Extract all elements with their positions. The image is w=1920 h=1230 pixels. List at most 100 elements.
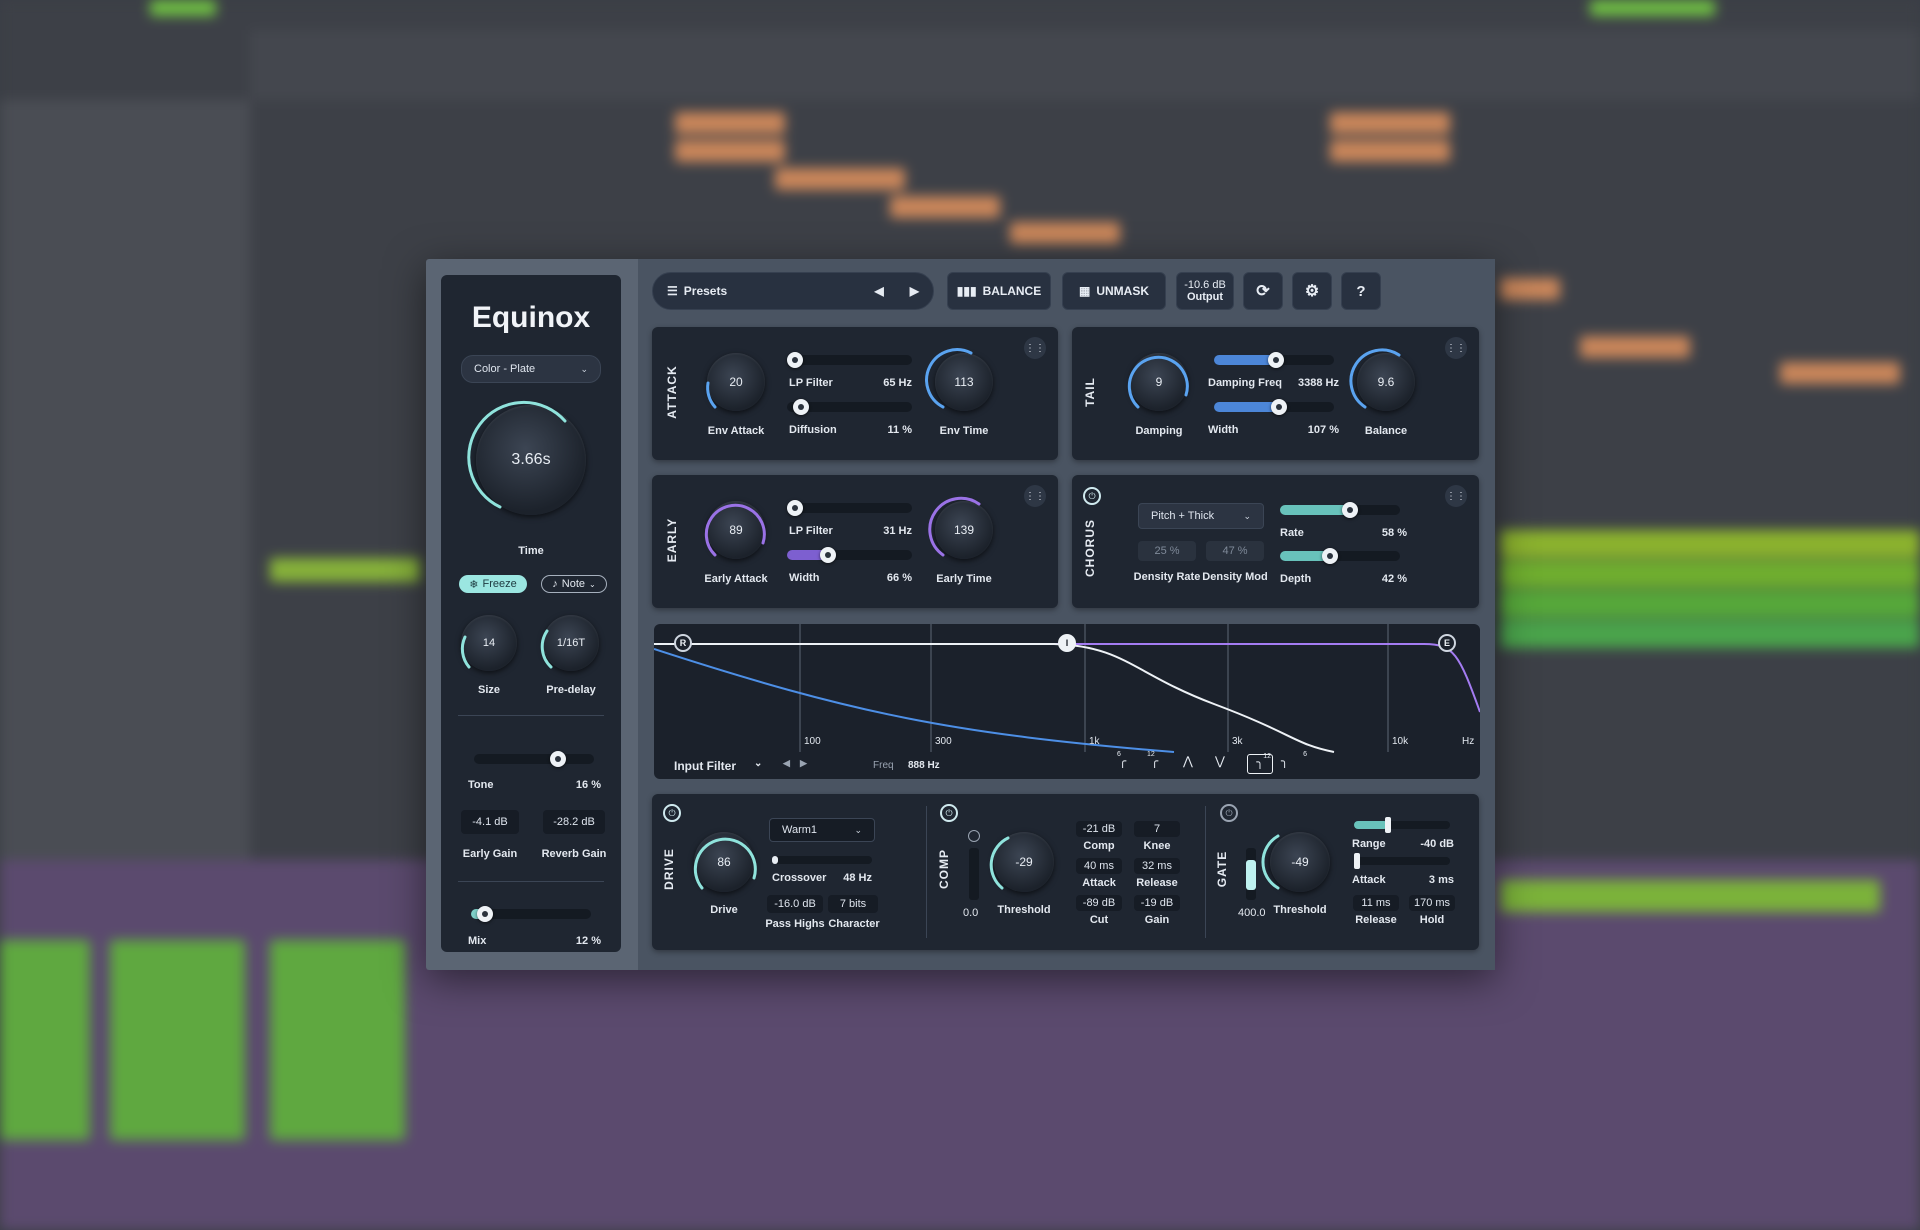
gate-range-handle[interactable] <box>1384 817 1391 833</box>
filter-node-i[interactable]: I <box>1058 634 1076 652</box>
unmask-button[interactable]: ▦ UNMASK <box>1062 272 1166 310</box>
crossover-slider[interactable] <box>772 856 872 864</box>
chorus-depth-thumb[interactable] <box>1322 548 1339 564</box>
early-time-value: 139 <box>953 523 975 537</box>
lowcut-6-icon[interactable]: ╭ 6 <box>1117 751 1143 774</box>
tail-width-slider[interactable] <box>1214 399 1334 415</box>
chorus-depth-value: 42 % <box>1381 573 1407 585</box>
previous-preset-button[interactable]: ◀ <box>875 284 884 298</box>
highcut-12-icon[interactable]: ╮ 12 <box>1247 753 1273 774</box>
damping-knob[interactable]: 9 <box>1127 353 1189 411</box>
notch-icon[interactable]: ⋁ <box>1215 754 1239 774</box>
highcut-6-icon[interactable]: ╮ 6 <box>1281 751 1307 774</box>
diffusion-thumb[interactable] <box>792 399 809 415</box>
early-gain-field[interactable]: -4.1 dB <box>461 810 519 834</box>
freeze-button[interactable]: ❄ Freeze <box>459 575 527 593</box>
drive-mode-dropdown[interactable]: Warm1 ⌄ <box>769 818 875 842</box>
refresh-button[interactable]: ⟳ <box>1243 272 1283 310</box>
early-lp-filter-thumb[interactable] <box>787 500 803 516</box>
time-value: 3.66s <box>511 451 551 468</box>
comp-ratio-field[interactable]: -21 dB <box>1076 821 1122 837</box>
gate-attack-handle[interactable] <box>1354 853 1360 869</box>
reverb-gain-field[interactable]: -28.2 dB <box>543 810 605 834</box>
balance-knob[interactable]: 9.6 <box>1349 348 1415 411</box>
early-time-knob[interactable]: 139 <box>928 496 993 559</box>
unmask-icon: ▦ <box>1078 284 1091 298</box>
tail-settings-icon[interactable]: ⋮⋮ <box>1445 337 1467 359</box>
gate-hold-field[interactable]: 170 ms <box>1409 895 1455 911</box>
gate-release-field[interactable]: 11 ms <box>1353 895 1399 911</box>
gate-threshold-value: -49 <box>1291 855 1309 869</box>
gate-attack-slider[interactable] <box>1354 853 1450 869</box>
density-rate-field[interactable]: 25 % <box>1138 541 1196 561</box>
algorithm-dropdown[interactable]: Color - Plate ⌄ <box>461 355 601 383</box>
character-field[interactable]: 7 bits <box>828 895 878 913</box>
chorus-depth-slider[interactable] <box>1280 548 1400 564</box>
env-time-knob[interactable]: 113 <box>925 348 993 411</box>
axis-tick-300: 300 <box>935 736 952 747</box>
previous-filter-icon[interactable]: ◀ <box>783 758 790 769</box>
tone-value: 16 % <box>575 779 601 791</box>
chorus-rate-slider[interactable] <box>1280 502 1400 518</box>
next-preset-button[interactable]: ▶ <box>910 284 919 298</box>
comp-release-field[interactable]: 32 ms <box>1134 858 1180 874</box>
comp-gain-field[interactable]: -19 dB <box>1134 895 1180 911</box>
tone-slider-thumb[interactable] <box>550 751 566 767</box>
note-sync-dropdown[interactable]: ♪ Note ⌄ <box>541 575 607 593</box>
pass-highs-field[interactable]: -16.0 dB <box>767 895 823 913</box>
env-time-value: 113 <box>954 375 974 389</box>
filter-selector[interactable]: Input Filter <box>674 759 736 773</box>
chevron-down-icon: ⌄ <box>589 579 596 589</box>
next-filter-icon[interactable]: ▶ <box>800 758 807 769</box>
drive-power-icon[interactable]: ⏻ <box>663 804 681 822</box>
comp-threshold-knob[interactable]: -29 <box>989 832 1054 892</box>
output-gain-control[interactable]: -10.6 dB Output <box>1176 272 1234 310</box>
settings-button[interactable]: ⚙ <box>1292 272 1332 310</box>
time-knob[interactable]: 3.66s <box>467 400 586 515</box>
early-section-label: EARLY <box>665 517 679 563</box>
filter-node-r[interactable]: R <box>674 634 692 652</box>
damping-freq-thumb[interactable] <box>1268 352 1285 368</box>
early-width-slider[interactable] <box>787 547 912 563</box>
comp-power-icon[interactable]: ⏻ <box>940 804 958 822</box>
help-button[interactable]: ? <box>1341 272 1381 310</box>
chorus-mode-value: Pitch + Thick <box>1151 510 1215 522</box>
diffusion-slider[interactable] <box>787 399 912 415</box>
lowcut-12-icon[interactable]: ╭ 12 <box>1147 751 1175 774</box>
gate-range-slider[interactable] <box>1354 817 1450 833</box>
early-attack-knob[interactable]: 89 <box>704 501 766 559</box>
bandpass-icon[interactable]: ⋀ <box>1183 754 1207 774</box>
gate-power-icon[interactable]: ⏻ <box>1220 804 1238 822</box>
chevron-down-icon[interactable]: ⌄ <box>754 758 762 769</box>
chorus-settings-icon[interactable]: ⋮⋮ <box>1445 485 1467 507</box>
chorus-rate-thumb[interactable] <box>1341 502 1358 518</box>
early-settings-icon[interactable]: ⋮⋮ <box>1024 485 1046 507</box>
size-knob[interactable]: 14 <box>460 615 517 671</box>
predelay-knob[interactable]: 1/16T <box>540 615 599 671</box>
early-width-thumb[interactable] <box>820 547 837 563</box>
env-attack-knob[interactable]: 20 <box>706 353 765 411</box>
chorus-power-icon[interactable]: ⏻ <box>1083 487 1101 505</box>
early-lp-filter-slider[interactable] <box>787 500 912 516</box>
damping-freq-slider[interactable] <box>1214 352 1334 368</box>
comp-cut-field[interactable]: -89 dB <box>1076 895 1122 911</box>
tone-slider[interactable] <box>474 751 594 767</box>
filter-node-e[interactable]: E <box>1438 634 1456 652</box>
density-mod-field[interactable]: 47 % <box>1206 541 1264 561</box>
mix-slider[interactable] <box>471 906 591 922</box>
input-filter-graph[interactable]: R I E 100 300 1k 3k 10k Hz Input Filter … <box>654 624 1480 779</box>
attack-lp-filter-slider[interactable] <box>787 352 912 368</box>
gate-threshold-knob[interactable]: -49 <box>1261 832 1330 892</box>
plugin-title: Equinox <box>471 301 591 334</box>
tail-width-thumb[interactable] <box>1270 399 1287 415</box>
balance-button[interactable]: ▮▮▮ BALANCE <box>947 272 1051 310</box>
presets-bar[interactable]: ☰ Presets ◀ ▶ <box>652 272 934 310</box>
attack-lp-filter-thumb[interactable] <box>787 352 803 368</box>
chorus-mode-dropdown[interactable]: Pitch + Thick ⌄ <box>1138 503 1264 529</box>
drive-knob[interactable]: 86 <box>693 832 757 892</box>
bars-icon: ▮▮▮ <box>956 284 977 298</box>
mix-slider-thumb[interactable] <box>477 906 494 922</box>
comp-attack-field[interactable]: 40 ms <box>1076 858 1122 874</box>
comp-knee-field[interactable]: 7 <box>1134 821 1180 837</box>
attack-settings-icon[interactable]: ⋮⋮ <box>1024 337 1046 359</box>
